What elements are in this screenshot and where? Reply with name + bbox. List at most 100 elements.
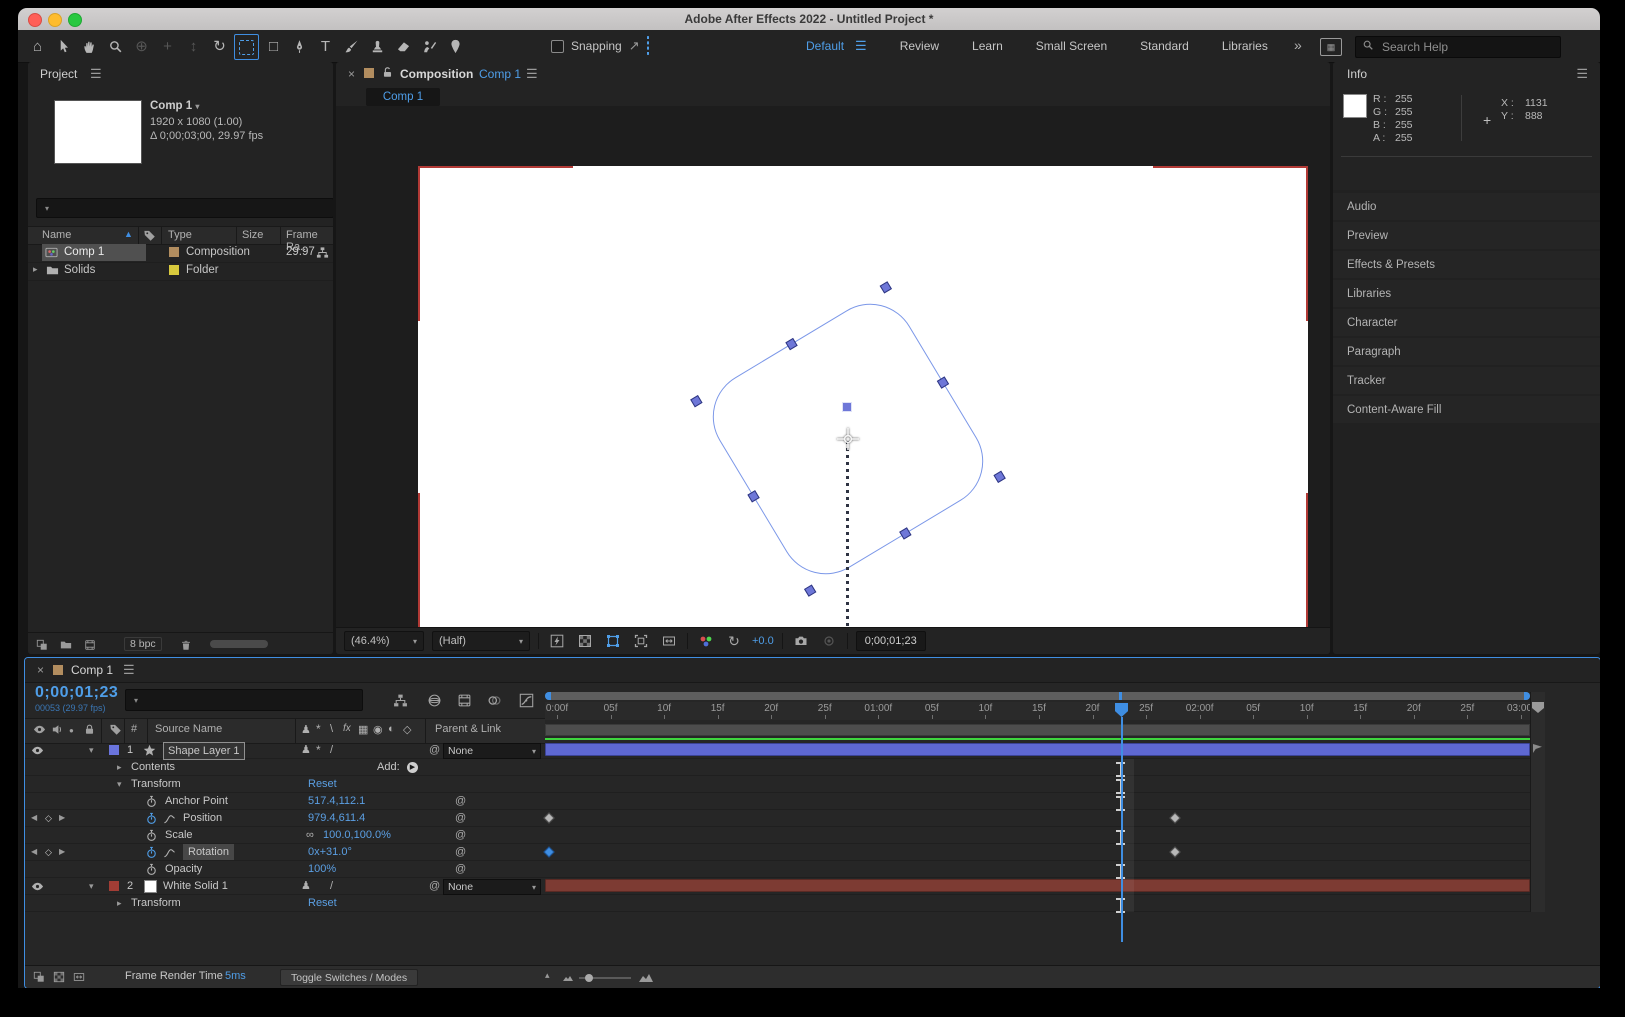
group-label[interactable]: Transform [131, 776, 181, 792]
reset-exposure-icon[interactable]: ↻ [724, 632, 744, 650]
property-label[interactable]: Opacity [165, 861, 202, 877]
property-row-transform[interactable]: ▾TransformReset [25, 776, 1530, 793]
collapse-switch-icon[interactable]: * [316, 722, 321, 736]
project-row-solids[interactable]: ▸ Solids Folder [28, 262, 333, 281]
previous-keyframe-icon[interactable]: ◀ [31, 844, 37, 860]
graph-editor-icon[interactable] [515, 691, 537, 709]
audio-column-icon[interactable] [51, 723, 64, 739]
group-chevron-icon[interactable]: ▾ [117, 776, 122, 792]
label-color-swatch[interactable] [169, 247, 179, 257]
property-value[interactable]: 100% [308, 861, 336, 877]
workspace-default[interactable]: Default [806, 39, 844, 53]
sort-ascending-icon[interactable]: ▲ [124, 229, 133, 239]
layer-color-swatch[interactable] [109, 881, 119, 891]
layer-expand-chevron-icon[interactable]: ▾ [89, 878, 94, 894]
draft-3d-icon[interactable] [423, 691, 445, 709]
reset-link[interactable]: Reset [308, 895, 337, 911]
frame-blending-icon[interactable] [453, 691, 475, 709]
group-label[interactable]: Transform [131, 895, 181, 911]
snap-angle-icon[interactable]: ↗ [629, 38, 640, 54]
help-search-input[interactable] [1380, 39, 1524, 55]
zoom-tool-icon[interactable] [104, 34, 127, 58]
fast-preview-icon[interactable] [547, 632, 567, 650]
expand-chevron-icon[interactable]: ▸ [33, 264, 38, 275]
property-row-scale[interactable]: Scale∞100.0,100.0%@ [25, 827, 1530, 844]
horizontal-scrollbar[interactable] [210, 640, 268, 648]
workspace-review[interactable]: Review [900, 39, 939, 53]
sidebar-panel-paragraph[interactable]: Paragraph [1333, 338, 1600, 365]
link-dimensions-icon[interactable]: ∞ [306, 827, 314, 843]
type-tool-icon[interactable]: T [314, 34, 337, 58]
property-row-opacity[interactable]: Opacity 100% @ [25, 861, 1530, 878]
quality-switch-icon[interactable]: / [330, 742, 333, 758]
source-name-column[interactable]: Source Name [155, 723, 222, 735]
transparency-grid-icon[interactable] [575, 632, 595, 650]
layer-name[interactable]: Shape Layer 1 [163, 742, 245, 760]
property-label[interactable]: Rotation [183, 844, 234, 860]
viewer-area[interactable] [336, 106, 1330, 628]
previous-keyframe-icon[interactable]: ◀ [31, 810, 37, 826]
time-navigator[interactable] [545, 692, 1530, 700]
frame-blend-switch-icon[interactable]: ▦ [358, 723, 368, 736]
property-value[interactable]: 979.4,611.4 [308, 810, 365, 826]
stopwatch-icon[interactable] [145, 846, 158, 859]
item-name[interactable]: Comp 1 [64, 246, 104, 258]
column-size[interactable]: Size [242, 229, 263, 241]
anchor-point-icon[interactable] [834, 425, 862, 453]
stopwatch-icon[interactable] [145, 863, 158, 876]
motion-blur-switch-icon[interactable]: ◉ [373, 723, 383, 736]
unlock-icon[interactable] [381, 66, 394, 79]
project-tab[interactable]: Project [40, 67, 77, 81]
keyframe-diamond[interactable] [1170, 812, 1181, 823]
parent-select[interactable]: None▾ [443, 743, 541, 759]
layer-row-2[interactable]: ▾2White Solid 1♟/@None▾ [25, 878, 1530, 895]
home-tool-icon[interactable]: ⌂ [26, 34, 49, 58]
next-keyframe-icon[interactable]: ▶ [59, 844, 65, 860]
shape-tool-icon[interactable]: □ [262, 34, 285, 58]
pen-tool-icon[interactable] [288, 34, 311, 58]
add-menu-icon[interactable]: ▶ [407, 762, 418, 773]
sidebar-panel-tracker[interactable]: Tracker [1333, 367, 1600, 394]
magnification-select[interactable]: (46.4%)▾ [344, 631, 424, 651]
sidebar-panel-preview[interactable]: Preview [1333, 222, 1600, 249]
current-time-display[interactable]: 0;00;01;23 [856, 631, 926, 651]
motion-blur-icon[interactable] [483, 691, 505, 709]
layer-duration-bar[interactable] [545, 743, 1530, 756]
property-label[interactable]: Anchor Point [165, 793, 228, 809]
zoom-out-mountain-icon[interactable] [563, 973, 573, 981]
group-chevron-icon[interactable]: ▸ [117, 895, 122, 911]
3d-switch-icon[interactable]: ◇ [403, 723, 411, 736]
video-column-icon[interactable] [33, 723, 46, 739]
property-pickwhip-icon[interactable]: @ [455, 861, 466, 877]
selection-tool-icon[interactable] [52, 34, 75, 58]
timeline-zoom-slider[interactable] [579, 977, 631, 979]
workspace-menu-icon[interactable]: ☰ [855, 38, 867, 54]
collapse-icon[interactable]: ▴ [545, 970, 550, 981]
property-pickwhip-icon[interactable]: @ [455, 810, 466, 826]
parent-link-column[interactable]: Parent & Link [435, 723, 501, 735]
column-name[interactable]: Name [42, 229, 71, 241]
next-keyframe-icon[interactable]: ▶ [59, 810, 65, 826]
layer-visibility-icon[interactable] [31, 880, 44, 893]
graph-toggle-icon[interactable] [163, 812, 176, 825]
label-column-icon[interactable] [143, 229, 156, 245]
brush-tool-icon[interactable] [340, 34, 363, 58]
delete-icon[interactable] [180, 638, 193, 650]
workspace-overflow-icon[interactable]: » [1294, 37, 1302, 53]
shy-switch-icon[interactable]: ♟ [301, 878, 311, 894]
expand-transfer-controls-icon[interactable] [53, 971, 66, 983]
group-label[interactable]: Contents [131, 759, 175, 775]
workspace-small-screen[interactable]: Small Screen [1036, 39, 1107, 53]
property-row-contents[interactable]: ▸ContentsAdd:▶ [25, 759, 1530, 776]
layer-color-swatch[interactable] [109, 745, 119, 755]
workspace-learn[interactable]: Learn [972, 39, 1003, 53]
viewer-tab[interactable]: Comp 1 [366, 88, 440, 106]
comp-marker-bin-icon[interactable] [1532, 702, 1544, 713]
eraser-tool-icon[interactable] [392, 34, 415, 58]
group-chevron-icon[interactable]: ▸ [117, 759, 122, 775]
keyframe-diamond[interactable] [543, 812, 554, 823]
rotation-tool-icon[interactable]: ↻ [208, 34, 231, 58]
sidebar-panel-content-aware-fill[interactable]: Content-Aware Fill [1333, 396, 1600, 423]
property-pickwhip-icon[interactable]: @ [455, 844, 466, 860]
hand-tool-icon[interactable] [78, 34, 101, 58]
